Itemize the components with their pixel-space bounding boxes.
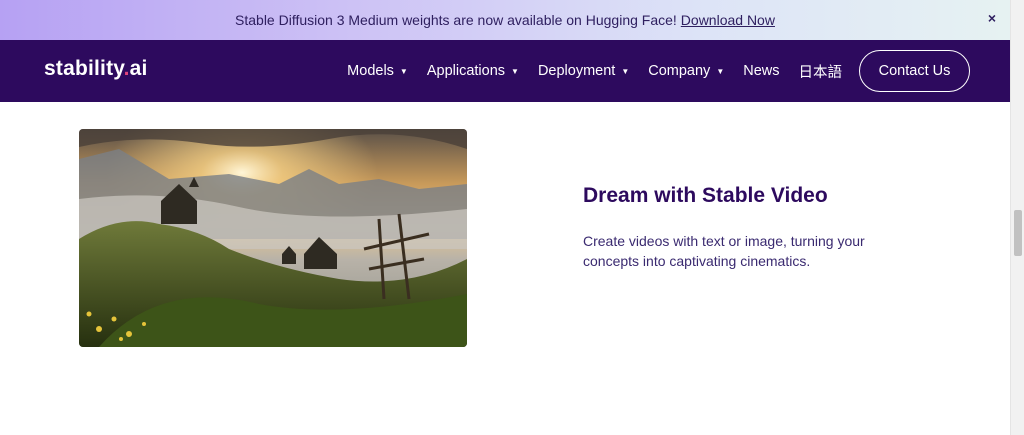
nav-menu: Models ▼ Applications ▼ Deployment ▼ Com… [328,40,970,102]
section-title: Dream with Stable Video [583,184,828,207]
nav-item-company[interactable]: Company ▼ [648,63,724,79]
nav-item-models[interactable]: Models ▼ [347,63,408,79]
logo-suffix: ai [129,57,148,80]
section-description: Create videos with text or image, turnin… [583,233,865,269]
logo-main: stability [44,57,124,80]
chevron-down-icon: ▼ [621,66,630,76]
download-now-link[interactable]: Download Now [681,12,775,28]
banner-message: Stable Diffusion 3 Medium weights are no… [235,12,677,28]
nav-item-label: Deployment [537,63,616,79]
scrollbar-thumb[interactable] [1014,210,1022,256]
page-scrollbar[interactable] [1010,0,1024,435]
chevron-down-icon: ▼ [399,66,408,76]
nav-item-label: Company [648,63,711,79]
nav-item-label: 日本語 [798,64,843,81]
stability-logo[interactable]: stability.ai [44,57,148,81]
nav-item-label: Models [347,63,394,79]
nav-item-label: News [743,63,780,79]
main-nav: stability.ai Models ▼ Applications ▼ Dep… [0,40,1010,102]
nav-item-label: Applications [426,63,506,79]
nav-item-japanese[interactable]: 日本語 [799,61,843,82]
close-icon[interactable]: × [988,10,996,26]
nav-item-deployment[interactable]: Deployment ▼ [538,63,629,79]
contact-us-button[interactable]: Contact Us [859,50,970,92]
page: Stable Diffusion 3 Medium weights are no… [0,0,1024,435]
chevron-down-icon: ▼ [511,66,519,76]
nav-item-news[interactable]: News [743,63,779,79]
nav-item-applications[interactable]: Applications ▼ [427,63,519,79]
stable-video-image [79,129,467,347]
chevron-down-icon: ▼ [716,66,725,76]
announcement-banner: Stable Diffusion 3 Medium weights are no… [0,0,1010,40]
